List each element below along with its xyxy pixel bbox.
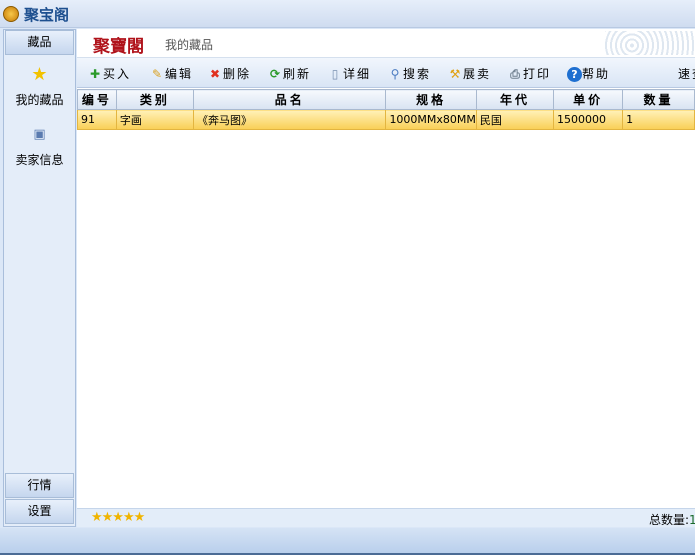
toolbar: ✚买入 ✎编辑 ✖删除 ⟳刷新 ▯详细 ⚲搜索 ⚒展卖 ⎙打印 ?帮助 速查 (77, 58, 695, 88)
auction-button[interactable]: ⚒ 展卖 (447, 65, 491, 82)
printer-icon: ⎙ (510, 67, 520, 81)
column-header-id[interactable]: 编号 (77, 89, 117, 110)
id-card-icon: ▣ (33, 127, 46, 142)
cell-name: 《奔马图》 (192, 109, 387, 130)
search-button[interactable]: ⚲ 搜索 (387, 65, 431, 82)
delete-x-icon: ✖ (209, 67, 221, 81)
sidebar: 藏品 ★ 我的藏品 ▣ 卖家信息 行情 设置 (3, 29, 76, 527)
rating-stars-icon: ★★★★★ (91, 510, 145, 525)
magnifier-icon: ⚲ (390, 67, 400, 81)
help-button[interactable]: ? 帮助 (567, 65, 610, 82)
cloud-decoration-icon (605, 31, 695, 55)
document-icon: ▯ (331, 67, 339, 81)
sidebar-item-seller-info[interactable]: ▣ 卖家信息 (4, 125, 75, 168)
quick-search-button[interactable]: 速查 (678, 65, 695, 82)
window-title: 聚宝阁 (24, 6, 70, 24)
sidebar-item-label: 卖家信息 (15, 153, 64, 167)
edit-button[interactable]: ✎ 编辑 (149, 65, 193, 82)
collection-table: 编号 类别 品名 规格 年代 单价 数量 91 字画 《奔马图》 1000MMx… (77, 89, 695, 130)
table-row[interactable]: 91 字画 《奔马图》 1000MMx80MM 民国 1500000 1 (77, 109, 695, 130)
star-icon: ★ (31, 64, 48, 85)
cell-price: 1500000 (553, 109, 624, 130)
main-panel: 聚寶閣 我的藏品 ✚ 买入 ✎ 编辑 ✖ 删除 ⟳ 刷新 ▯ 详细 ⚲ 搜索 ⚒ 展卖 ⎙ 打印… (77, 29, 695, 527)
app-logo-icon (3, 6, 19, 22)
column-header-name[interactable]: 品名 (192, 89, 387, 110)
cell-era: 民国 (475, 109, 555, 130)
collection-button[interactable]: 藏品 (5, 30, 74, 55)
brand-logo: 聚寶閣 (93, 37, 144, 57)
gavel-icon: ⚒ (449, 67, 461, 81)
help-icon: ? (567, 67, 582, 82)
column-header-era[interactable]: 年代 (475, 89, 555, 110)
column-header-size[interactable]: 规格 (385, 89, 477, 110)
bottom-bar (0, 528, 695, 555)
table-header-row: 编号 类别 品名 规格 年代 单价 数量 (77, 89, 695, 110)
plus-icon: ✚ (89, 67, 101, 81)
market-button[interactable]: 行情 (5, 473, 74, 498)
refresh-button[interactable]: ⟳ 刷新 (267, 65, 311, 82)
status-bar: ★★★★★ 总数量:1 (77, 508, 695, 527)
details-button[interactable]: ▯ 详细 (327, 65, 371, 82)
settings-button[interactable]: 设置 (5, 499, 74, 524)
cell-quantity: 1 (622, 109, 695, 130)
pencil-icon: ✎ (151, 67, 163, 81)
buy-button[interactable]: ✚ 买入 (87, 65, 131, 82)
title-bar: 聚宝阁 (0, 0, 695, 28)
sidebar-item-label: 我的藏品 (15, 93, 64, 107)
column-header-price[interactable]: 单价 (553, 89, 624, 110)
column-header-quantity[interactable]: 数量 (622, 89, 695, 110)
cell-size: 1000MMx80MM (385, 109, 477, 130)
cell-id: 91 (77, 109, 117, 130)
cell-category: 字画 (115, 109, 194, 130)
sidebar-item-my-collection[interactable]: ★ 我的藏品 (4, 65, 75, 108)
print-button[interactable]: ⎙ 打印 (507, 65, 551, 82)
header: 聚寶閣 我的藏品 (77, 29, 695, 58)
column-header-category[interactable]: 类别 (115, 89, 194, 110)
total-count: 总数量:1 (649, 513, 695, 527)
page-title: 我的藏品 (165, 38, 214, 52)
refresh-icon: ⟳ (269, 67, 281, 81)
delete-button[interactable]: ✖ 删除 (207, 65, 251, 82)
